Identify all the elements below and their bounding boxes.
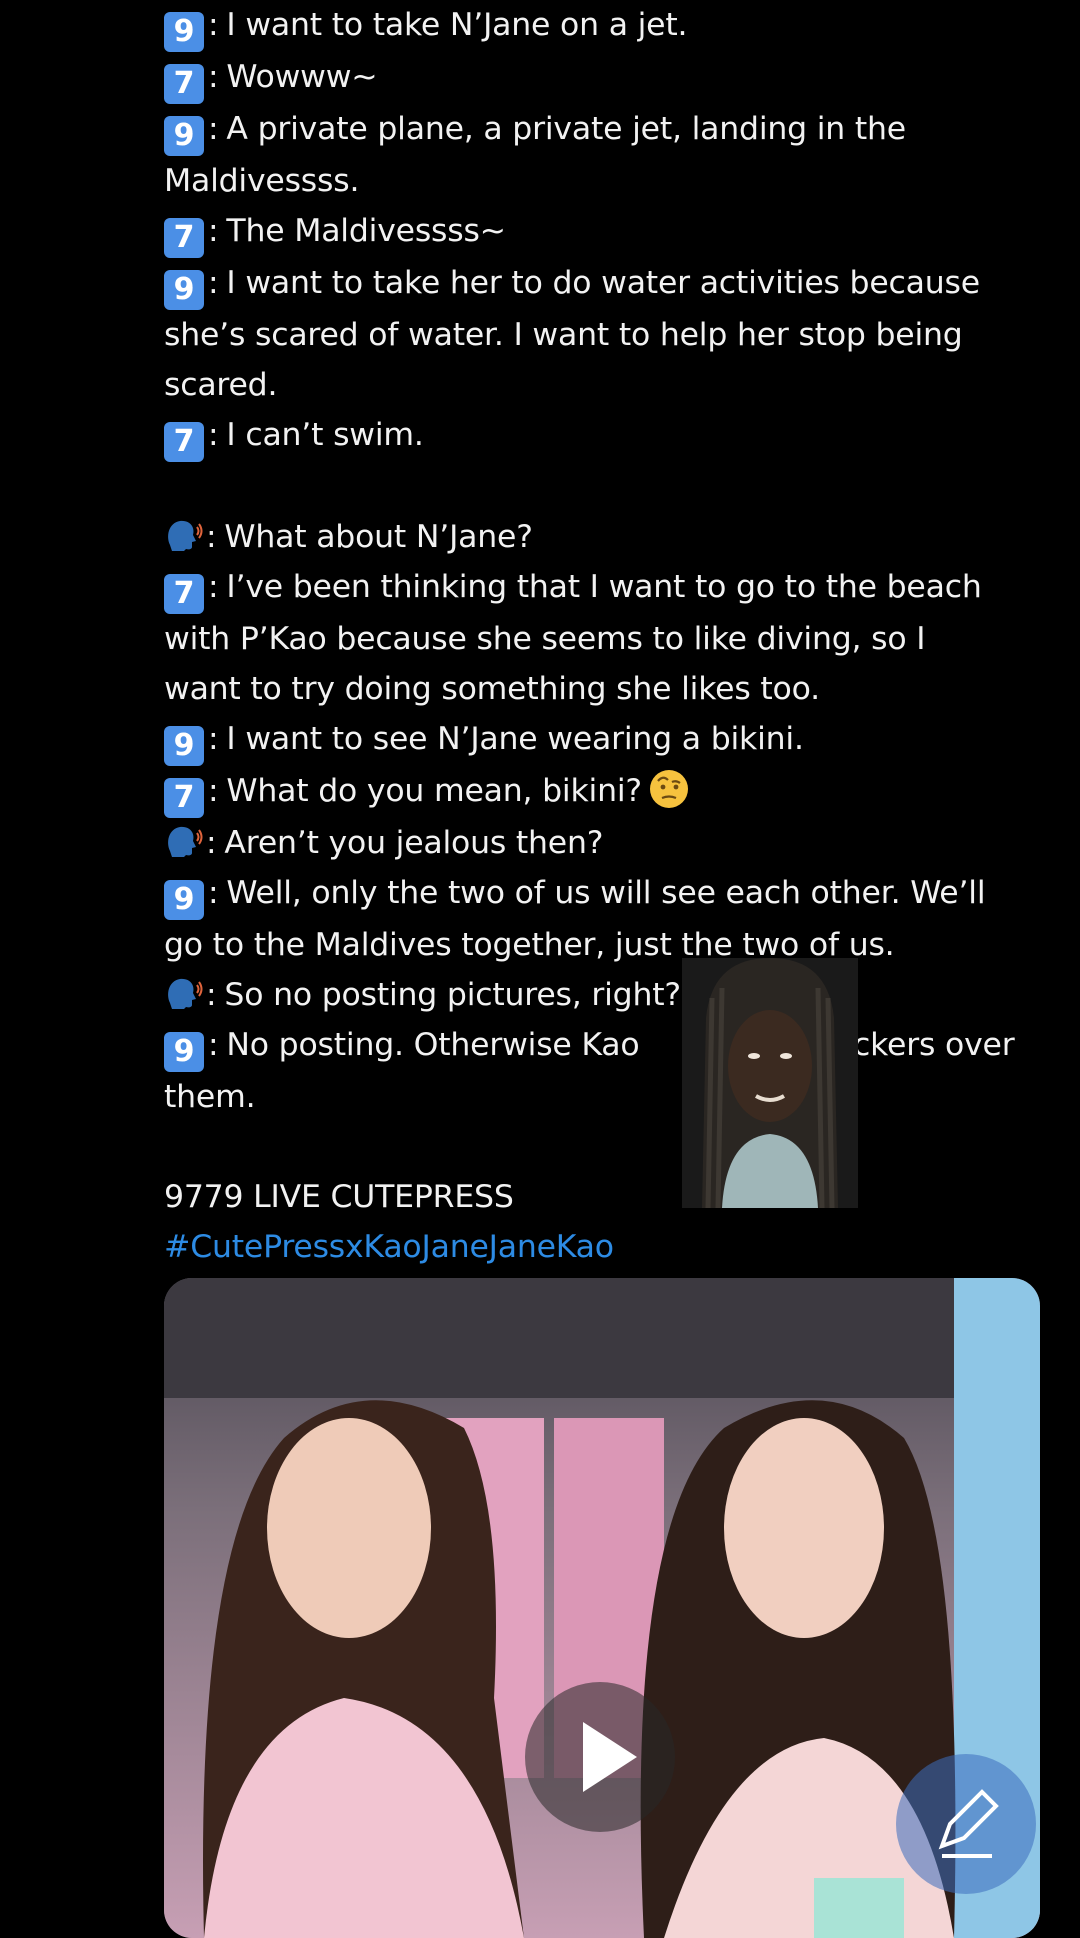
keycap-9-icon: 9 (164, 880, 204, 920)
keycap-7-icon: 7 (164, 218, 204, 258)
dialog-line: 9:I want to see N’Jane wearing a bikini. (164, 714, 1044, 766)
tweet-text: 9:I want to take N’Jane on a jet. 7: Woww… (164, 0, 1044, 1272)
compose-icon (938, 1789, 999, 1858)
keycap-7-icon: 7 (164, 422, 204, 462)
keycap-7-icon: 7 (164, 778, 204, 818)
dialog-line: : What about N’Jane? (164, 512, 1044, 562)
keycap-7-icon: 7 (164, 574, 204, 614)
compose-button[interactable] (896, 1754, 1036, 1894)
dialog-line-cont: them. (164, 1079, 256, 1115)
dialog-line-cont: go to the Maldives together, just the tw… (164, 927, 895, 963)
keycap-9-icon: 9 (164, 270, 204, 310)
speaking-head-icon (168, 826, 203, 857)
dialog-line: 9:I want to take N’Jane on a jet. (164, 0, 1044, 52)
dialog-line: 9:I want to take her to do water activit… (164, 258, 1044, 310)
dialog-line: 7: Wowww~ (164, 52, 1044, 104)
dialog-line: 9: No posting. Otherwise Kao stickers ove… (164, 1020, 1044, 1072)
face-with-raised-eyebrow-icon (649, 770, 688, 808)
keycap-9-icon: 9 (164, 116, 204, 156)
dialog-line: 7: The Maldivessss~ (164, 206, 1044, 258)
dialog-line: 9: Well, only the two of us will see each… (164, 868, 1044, 920)
dialog-line: 9:A private plane, a private jet, landin… (164, 104, 1044, 156)
media-video[interactable] (164, 1278, 1040, 1938)
keycap-7-icon: 7 (164, 64, 204, 104)
dialog-line: : Aren’t you jealous then? (164, 818, 1044, 868)
dialog-line-cont: she’s scared of water. I want to help he… (164, 317, 963, 353)
dialog-line: 7: What do you mean, bikini? (164, 766, 1044, 818)
dialog-line: 7:I can’t swim. (164, 410, 1044, 462)
keycap-9-icon: 9 (164, 12, 204, 52)
dialog-line: 7: I’ve been thinking that I want to go t… (164, 562, 1044, 614)
play-button[interactable] (525, 1682, 675, 1832)
dialog-line-cont: Maldivessss. (164, 163, 360, 199)
webcam-person-image (682, 958, 858, 1208)
event-title: 9779 LIVE CUTEPRESS (164, 1179, 514, 1215)
dialog-line-cont: scared. (164, 367, 278, 403)
dialog-line-cont: with P’Kao because she seems to like div… (164, 621, 926, 657)
webcam-overlay (682, 958, 858, 1208)
dialog-line: : So no posting pictures, right? (164, 970, 1044, 1020)
hashtag-link[interactable]: #CutePressxKaoJaneJaneKao (164, 1229, 614, 1265)
speaking-head-icon (168, 978, 203, 1009)
speaking-head-icon (168, 520, 203, 551)
dialog-line-cont: want to try doing something she likes to… (164, 671, 820, 707)
screen: 9:I want to take N’Jane on a jet. 7: Woww… (0, 0, 1080, 1938)
keycap-9-icon: 9 (164, 726, 204, 766)
keycap-9-icon: 9 (164, 1032, 204, 1072)
play-icon (583, 1722, 637, 1792)
hashtag-line: #CutePressxKaoJaneJaneKao (164, 1222, 1044, 1272)
